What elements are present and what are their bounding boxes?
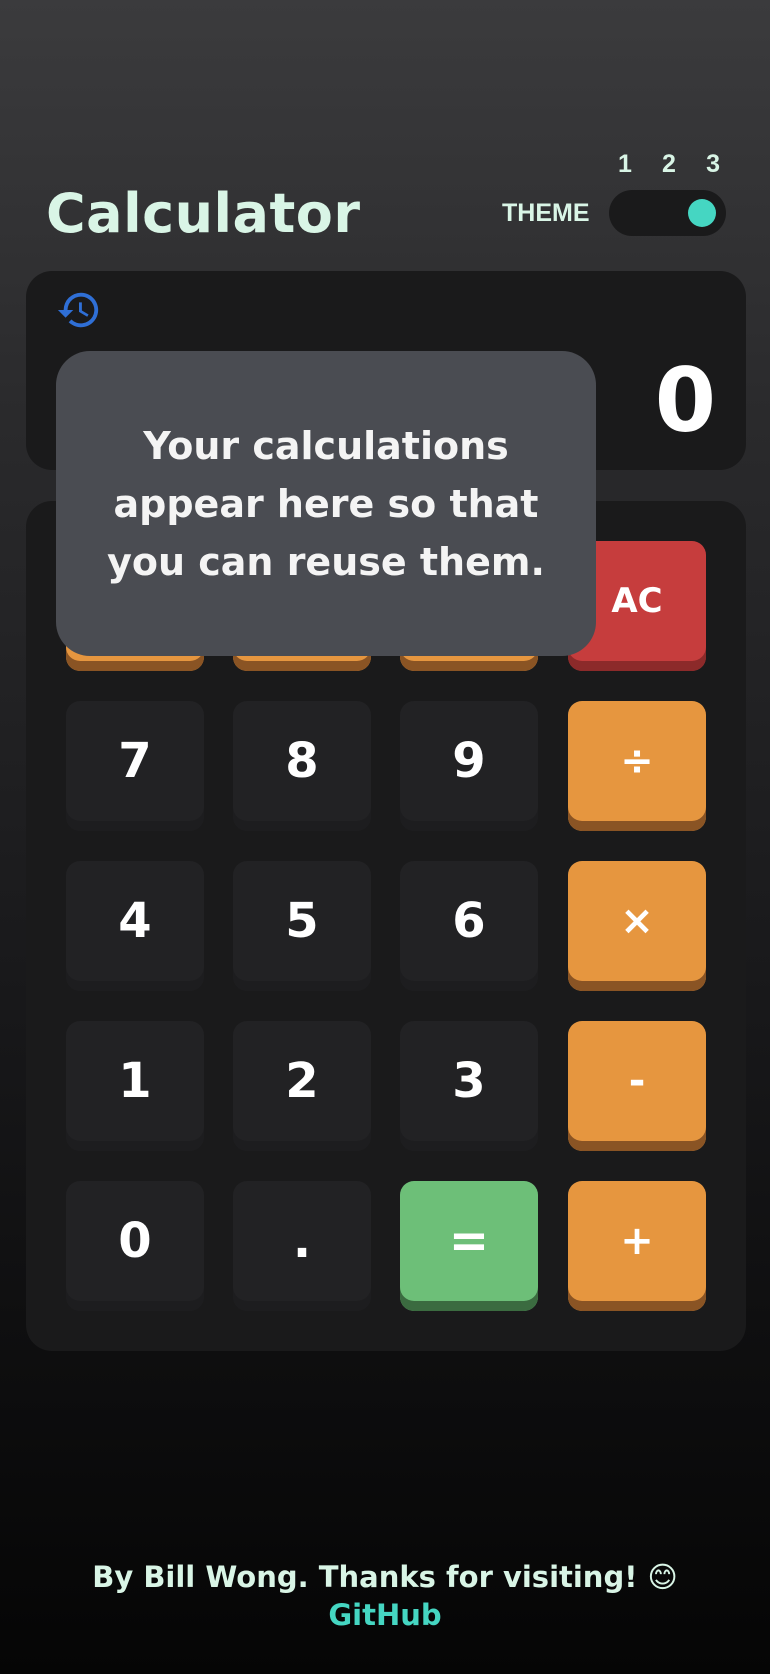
decimal-button[interactable]: . [233, 1181, 371, 1311]
theme-toggle[interactable] [609, 190, 726, 236]
header: Calculator 1 2 3 THEME [0, 0, 770, 260]
theme-option-2[interactable]: 2 [662, 150, 676, 179]
key-8[interactable]: 8 [233, 701, 371, 831]
equals-button[interactable]: = [400, 1181, 538, 1311]
history-tooltip: Your calculations appear here so that yo… [56, 351, 596, 656]
key-4[interactable]: 4 [66, 861, 204, 991]
footer: By Bill Wong. Thanks for visiting! 😊 Git… [0, 1560, 770, 1632]
key-0[interactable]: 0 [66, 1181, 204, 1311]
key-6[interactable]: 6 [400, 861, 538, 991]
key-2[interactable]: 2 [233, 1021, 371, 1151]
theme-option-3[interactable]: 3 [706, 150, 720, 179]
theme-option-1[interactable]: 1 [618, 150, 632, 179]
github-link[interactable]: GitHub [0, 1598, 770, 1632]
history-icon[interactable] [56, 287, 102, 333]
multiply-button[interactable]: × [568, 861, 706, 991]
theme-label: THEME [502, 199, 590, 227]
theme-toggle-knob[interactable] [688, 199, 716, 227]
add-button[interactable]: + [568, 1181, 706, 1311]
key-1[interactable]: 1 [66, 1021, 204, 1151]
display-value: 0 [654, 349, 716, 452]
theme-options: 1 2 3 [618, 150, 720, 179]
footer-credit: By Bill Wong. Thanks for visiting! 😊 [92, 1560, 678, 1594]
key-5[interactable]: 5 [233, 861, 371, 991]
divide-button[interactable]: ÷ [568, 701, 706, 831]
key-7[interactable]: 7 [66, 701, 204, 831]
page-title: Calculator [46, 182, 361, 245]
subtract-button[interactable]: - [568, 1021, 706, 1151]
key-9[interactable]: 9 [400, 701, 538, 831]
key-3[interactable]: 3 [400, 1021, 538, 1151]
